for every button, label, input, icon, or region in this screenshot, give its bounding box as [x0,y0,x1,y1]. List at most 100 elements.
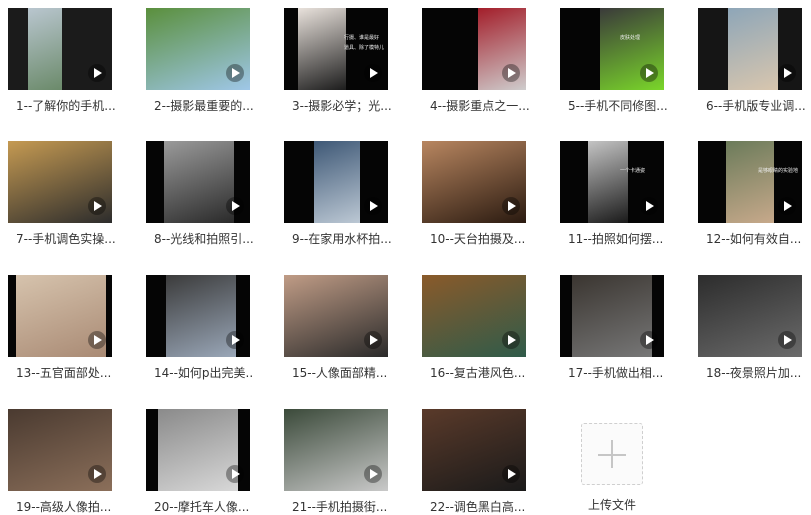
video-thumbnail [698,275,802,357]
video-thumbnail: 一个卡通姿 [560,141,664,223]
video-tile[interactable]: 20--摩托车人像... [144,409,250,514]
video-title: 12--如何有效自... [706,232,802,246]
video-thumbnail [146,8,250,90]
play-icon [502,197,520,215]
video-thumbnail: 是够眼睛的实验地 [698,141,802,223]
video-thumbnail [422,275,526,357]
video-tile[interactable]: 15--人像面部精... [282,275,388,380]
video-title: 1--了解你的手机... [16,99,116,113]
play-icon [88,64,106,82]
video-title: 16--复古港风色... [430,366,526,380]
play-icon [226,64,244,82]
video-thumbnail [146,409,250,491]
play-icon [364,64,382,82]
video-title: 10--天台拍摄及... [430,232,526,246]
video-tile[interactable]: 21--手机拍摄街... [282,409,388,514]
video-tile[interactable]: 1--了解你的手机... [6,8,116,113]
thumbnail-caption: 行摄、谁是最好 [344,35,380,41]
video-tile[interactable]: 9--在家用水杯拍... [282,141,392,246]
video-title: 7--手机调色实操... [16,232,116,246]
thumbnail-photo [588,141,628,223]
video-thumbnail [8,8,112,90]
play-icon [88,331,106,349]
play-icon [226,197,244,215]
video-thumbnail: 行摄、谁是最好 道具、除了模特儿 [284,8,388,90]
video-tile[interactable]: 一个卡通姿 11--拍照如何摆... [558,141,664,246]
video-thumbnail [284,141,388,223]
video-grid: 1--了解你的手机... 2--摄影最重要的... 行摄、谁是最好 道具、除了模特儿 3… [0,0,811,514]
video-title: 15--人像面部精... [292,366,388,380]
thumbnail-photo [726,141,774,223]
video-thumbnail [698,8,802,90]
video-title: 9--在家用水杯拍... [292,232,392,246]
thumbnail-caption: 一个卡通姿 [620,168,646,174]
play-icon [778,64,796,82]
play-icon [640,197,658,215]
play-icon [502,64,520,82]
play-icon [364,465,382,483]
video-title: 18--夜景照片加... [706,366,802,380]
play-icon [778,197,796,215]
plus-icon [611,440,613,468]
video-tile[interactable]: 2--摄影最重要的... [144,8,254,113]
video-thumbnail [560,275,664,357]
play-icon [778,331,796,349]
video-tile[interactable]: 13--五官面部处... [6,275,112,380]
video-tile[interactable]: 7--手机调色实操... [6,141,116,246]
thumbnail-caption: 皮肤处理 [620,35,641,41]
thumbnail-photo [298,8,346,90]
video-tile[interactable]: 8--光线和拍照引... [144,141,254,246]
video-tile[interactable]: 16--复古港风色... [420,275,526,380]
video-thumbnail [8,409,112,491]
video-title: 6--手机版专业调... [706,99,806,113]
thumbnail-photo [164,141,234,223]
video-title: 20--摩托车人像... [154,500,250,514]
video-title: 3--摄影必学；光... [292,99,392,113]
play-icon [364,197,382,215]
play-icon [364,331,382,349]
video-tile[interactable]: 是够眼睛的实验地 12--如何有效自... [696,141,802,246]
video-title: 11--拍照如何摆... [568,232,664,246]
play-icon [640,64,658,82]
thumbnail-caption: 道具、除了模特儿 [344,45,385,51]
play-icon [640,331,658,349]
video-tile[interactable]: 10--天台拍摄及... [420,141,526,246]
video-thumbnail [284,409,388,491]
video-thumbnail [422,141,526,223]
play-icon [226,465,244,483]
thumbnail-photo [314,141,360,223]
video-title: 21--手机拍摄街... [292,500,388,514]
video-title: 8--光线和拍照引... [154,232,254,246]
video-title: 19--高级人像拍... [16,500,112,514]
video-thumbnail: 皮肤处理 [560,8,664,90]
video-title: 14--如何p出完美... [154,366,254,380]
video-thumbnail [8,275,112,357]
video-tile[interactable]: 6--手机版专业调... [696,8,806,113]
play-icon [502,465,520,483]
thumbnail-photo [728,8,778,90]
play-icon [226,331,244,349]
video-tile[interactable]: 17--手机做出相... [558,275,664,380]
video-tile[interactable]: 4--摄影重点之一... [420,8,530,113]
add-file-label: 上传文件 [588,498,637,512]
play-icon [88,465,106,483]
video-tile[interactable]: 行摄、谁是最好 道具、除了模特儿 3--摄影必学；光... [282,8,392,113]
video-title: 4--摄影重点之一... [430,99,530,113]
video-tile[interactable]: 14--如何p出完美... [144,275,254,380]
video-title: 5--手机不同修图... [568,99,668,113]
video-tile[interactable]: 19--高级人像拍... [6,409,112,514]
video-title: 13--五官面部处... [16,366,112,380]
thumbnail-caption: 是够眼睛的实验地 [758,168,799,174]
video-thumbnail [422,409,526,491]
video-tile[interactable]: 18--夜景照片加... [696,275,802,380]
thumbnail-photo [28,8,62,90]
video-title: 22--调色黑白高... [430,500,526,514]
video-title: 2--摄影最重要的... [154,99,254,113]
video-thumbnail [284,275,388,357]
video-thumbnail [8,141,112,223]
video-thumbnail [146,275,250,357]
add-file-button[interactable] [581,423,643,485]
video-tile[interactable]: 皮肤处理 5--手机不同修图... [558,8,668,113]
video-thumbnail [146,141,250,223]
video-tile[interactable]: 22--调色黑白高... [420,409,526,514]
